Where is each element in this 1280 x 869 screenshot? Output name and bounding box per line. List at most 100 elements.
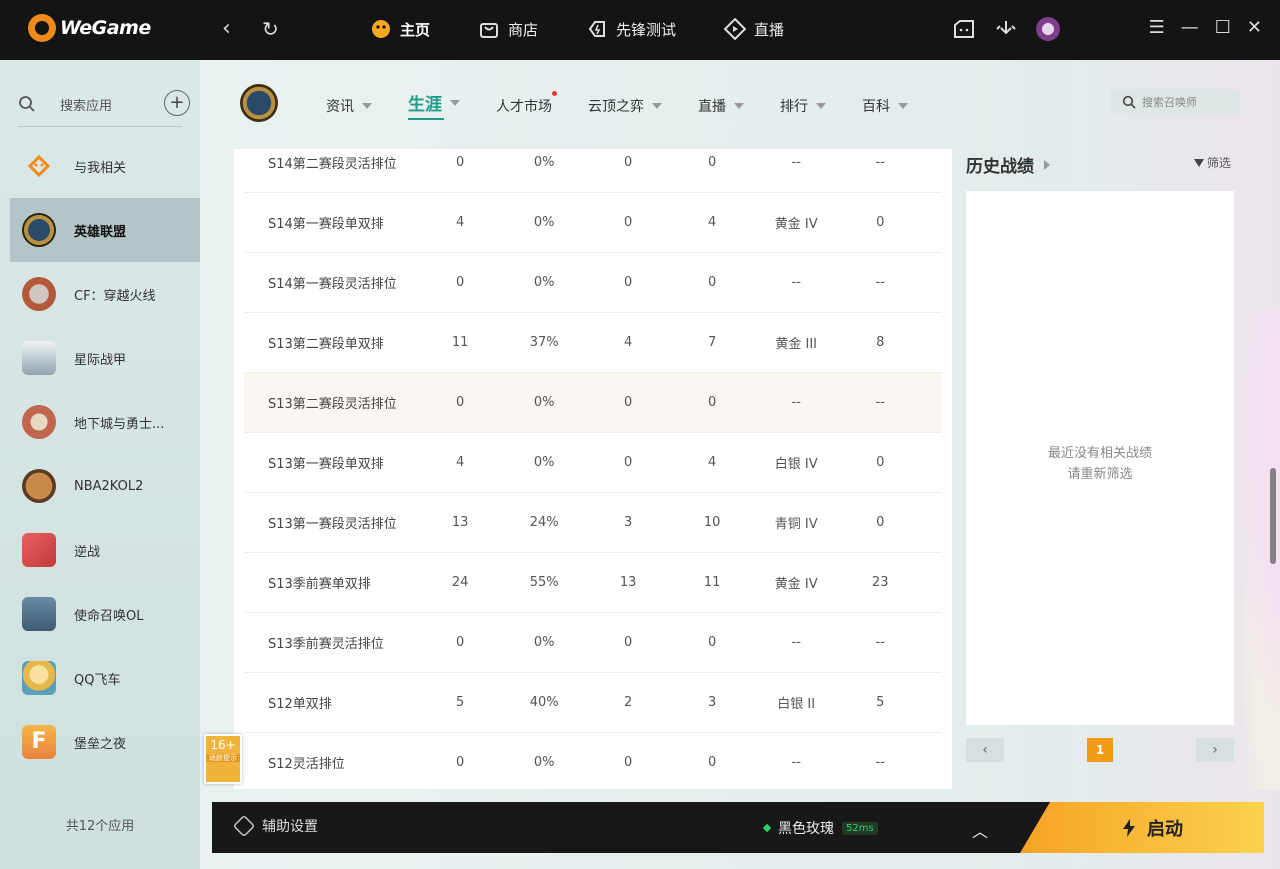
summoner-search-input[interactable]: 搜索召唤师 bbox=[1110, 89, 1240, 115]
scrollbar[interactable] bbox=[1270, 468, 1276, 564]
tab-news[interactable]: 资讯 bbox=[326, 93, 372, 118]
table-row[interactable]: S13季前赛灵活排位 0 0% 0 0 -- -- bbox=[244, 613, 942, 673]
table-row[interactable]: S14第一赛段单双排 4 0% 0 4 黄金 IV 0 bbox=[244, 193, 942, 253]
season-name: S12单双排 bbox=[268, 697, 332, 712]
sidebar-item-label: 堡垒之夜 bbox=[74, 736, 127, 752]
cell-losses: 0 bbox=[708, 755, 717, 770]
empty-message-line1: 最近没有相关战绩 bbox=[1047, 446, 1152, 461]
table-row[interactable]: S12单双排 5 40% 2 3 白银 II 5 bbox=[244, 673, 942, 733]
sidebar-item-warframe[interactable]: 星际战甲 bbox=[10, 326, 200, 390]
table-row[interactable]: S12灵活排位 0 0% 0 0 -- -- bbox=[244, 733, 942, 789]
next-page-button[interactable]: › bbox=[1196, 738, 1234, 762]
cell-points: 0 bbox=[876, 515, 885, 530]
app-search[interactable]: 搜索应用 + bbox=[18, 90, 190, 118]
prev-page-button[interactable]: ‹ bbox=[966, 738, 1004, 762]
table-row[interactable]: S13第一赛段单双排 4 0% 0 4 白银 IV 0 bbox=[244, 433, 942, 493]
download-icon[interactable] bbox=[994, 17, 1018, 41]
table-row[interactable]: S14第二赛段灵活排位 0 0% 0 0 -- -- bbox=[244, 149, 942, 193]
season-name: S13第二赛段单双排 bbox=[268, 337, 384, 352]
cell-points: -- bbox=[875, 635, 885, 650]
table-row[interactable]: S13第二赛段灵活排位 0 0% 0 0 -- -- bbox=[244, 373, 942, 433]
refresh-icon[interactable]: ↻ bbox=[262, 18, 279, 40]
shop-bag-icon bbox=[480, 23, 499, 38]
nav-pioneer-test-label: 先锋测试 bbox=[616, 20, 677, 39]
menu-icon[interactable]: ☰ bbox=[1149, 18, 1165, 38]
close-icon[interactable]: ✕ bbox=[1247, 18, 1262, 38]
cell-losses: 4 bbox=[708, 455, 717, 470]
cell-losses: 3 bbox=[708, 695, 717, 710]
history-panel: 最近没有相关战绩 请重新筛选 bbox=[966, 191, 1234, 725]
sidebar-item-related[interactable]: 与我相关 bbox=[10, 134, 200, 198]
sidebar-item-nba2kol2[interactable]: NBA2KOL2 bbox=[10, 454, 200, 518]
tab-label: 百科 bbox=[862, 98, 890, 115]
tab-career[interactable]: 生涯 bbox=[408, 90, 460, 120]
app-sidebar: 搜索应用 + 与我相关 英雄联盟 CF：穿越火线 星际战甲 地下城与勇士... … bbox=[0, 60, 200, 869]
cell-games: 5 bbox=[456, 695, 465, 710]
sidebar-item-label: CF：穿越火线 bbox=[74, 288, 156, 304]
nav-shop[interactable]: 商店 bbox=[478, 18, 538, 40]
tab-tft[interactable]: 云顶之弈 bbox=[588, 93, 662, 118]
codol-icon bbox=[22, 597, 56, 631]
filter-button[interactable]: 筛选 bbox=[1194, 154, 1231, 171]
sidebar-item-nizhan[interactable]: 逆战 bbox=[10, 518, 200, 582]
cell-rank: 黄金 IV bbox=[774, 217, 818, 232]
lol-icon bbox=[22, 213, 56, 247]
server-selector[interactable]: 黑色玫瑰 52ms bbox=[762, 818, 878, 838]
sidebar-item-codol[interactable]: 使命召唤OL bbox=[10, 582, 200, 646]
cell-rank: 白银 II bbox=[777, 697, 816, 712]
history-title[interactable]: 历史战绩 bbox=[966, 152, 1050, 177]
message-box-icon[interactable] bbox=[952, 17, 976, 41]
table-row[interactable]: S14第一赛段灵活排位 0 0% 0 0 -- -- bbox=[244, 253, 942, 313]
sidebar-item-lol[interactable]: 英雄联盟 bbox=[10, 198, 200, 262]
age-rating-badge: 16+ 适龄提示 bbox=[204, 734, 242, 784]
assist-settings-button[interactable]: 辅助设置 bbox=[232, 814, 318, 838]
tab-label: 排行 bbox=[780, 98, 808, 115]
cell-points: -- bbox=[875, 755, 885, 770]
dnf-icon bbox=[22, 405, 56, 439]
launch-button[interactable]: 启动 bbox=[1020, 802, 1264, 853]
app-list: 与我相关 英雄联盟 CF：穿越火线 星际战甲 地下城与勇士... NBA2KOL… bbox=[10, 134, 200, 774]
cell-games: 0 bbox=[456, 395, 465, 410]
cell-games: 13 bbox=[451, 515, 469, 530]
cell-games: 0 bbox=[456, 635, 465, 650]
table-row[interactable]: S13第一赛段灵活排位 13 24% 3 10 青铜 IV 0 bbox=[244, 493, 942, 553]
nav-home[interactable]: 主页 bbox=[370, 18, 430, 40]
sidebar-item-label: NBA2KOL2 bbox=[74, 478, 144, 494]
tab-live[interactable]: 直播 bbox=[698, 93, 744, 118]
wegame-logo-text: WeGame bbox=[60, 17, 151, 39]
cell-wins: 13 bbox=[619, 575, 637, 590]
table-row[interactable]: S13第二赛段单双排 11 37% 4 7 黄金 III 8 bbox=[244, 313, 942, 373]
assist-settings-label: 辅助设置 bbox=[262, 819, 318, 835]
maximize-icon[interactable]: ☐ bbox=[1215, 18, 1231, 38]
nav-live[interactable]: 直播 bbox=[724, 18, 784, 40]
chevron-up-icon[interactable]: ︿ bbox=[972, 818, 988, 842]
plus-icon[interactable]: + bbox=[164, 90, 190, 116]
tab-talent-market[interactable]: 人才市场 bbox=[496, 91, 557, 118]
page-number[interactable]: 1 bbox=[1087, 738, 1113, 762]
chevron-down-icon bbox=[898, 102, 908, 109]
tab-wiki[interactable]: 百科 bbox=[862, 93, 908, 118]
season-name: S13第一赛段灵活排位 bbox=[268, 517, 397, 532]
cell-points: 8 bbox=[876, 335, 885, 350]
live-play-icon bbox=[724, 18, 747, 40]
wegame-logo[interactable]: WeGame bbox=[28, 14, 151, 42]
tab-label: 人才市场 bbox=[496, 98, 552, 115]
sidebar-item-label: QQ飞车 bbox=[74, 672, 121, 688]
user-avatar[interactable] bbox=[1036, 17, 1060, 41]
sidebar-item-fortnite[interactable]: F 堡垒之夜 bbox=[10, 710, 200, 774]
tab-ranking[interactable]: 排行 bbox=[780, 93, 826, 118]
chevron-right-icon bbox=[1044, 159, 1050, 170]
back-arrow-icon[interactable]: ‹ bbox=[222, 18, 231, 40]
sidebar-item-cf[interactable]: CF：穿越火线 bbox=[10, 262, 200, 326]
cell-rank: 白银 IV bbox=[774, 457, 818, 472]
server-name: 黑色玫瑰 bbox=[778, 821, 834, 837]
nav-pioneer-test[interactable]: 先锋测试 bbox=[586, 18, 676, 40]
season-name: S14第一赛段灵活排位 bbox=[268, 277, 397, 292]
sidebar-item-dnf[interactable]: 地下城与勇士... bbox=[10, 390, 200, 454]
minimize-icon[interactable]: — bbox=[1181, 18, 1199, 38]
lightning-icon bbox=[1123, 818, 1135, 837]
chevron-down-icon bbox=[652, 102, 662, 109]
sidebar-item-qqspeed[interactable]: QQ飞车 bbox=[10, 646, 200, 710]
notification-dot bbox=[552, 91, 557, 96]
table-row[interactable]: S13季前赛单双排 24 55% 13 11 黄金 IV 23 bbox=[244, 553, 942, 613]
